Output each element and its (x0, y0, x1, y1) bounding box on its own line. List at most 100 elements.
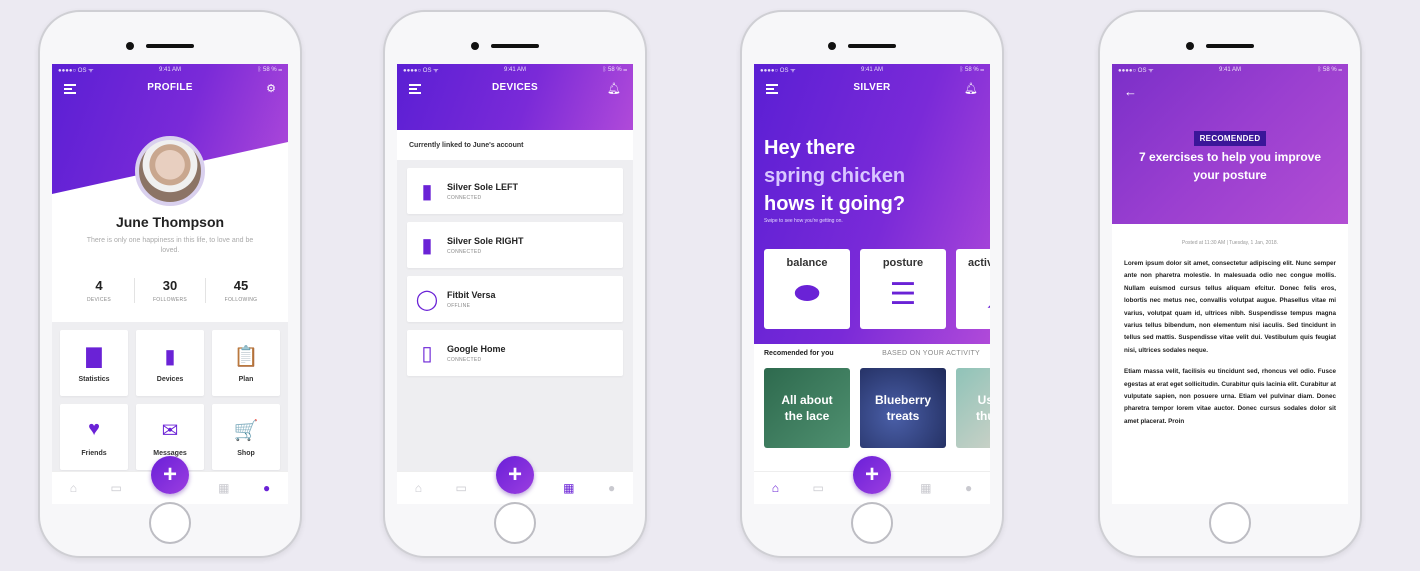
tile-shop[interactable]: 🛒 Shop (212, 404, 280, 470)
tile-label: Shop (237, 449, 255, 457)
user-icon[interactable]: ● (604, 480, 620, 496)
sole-icon: ▮ (164, 345, 176, 368)
bell-icon[interactable]: 🔔︎ (964, 82, 978, 95)
earpiece (491, 44, 539, 48)
sole-icon: ▮ (421, 234, 433, 257)
device-status: CONNECTED (447, 194, 482, 201)
devices-screen: ●●●●○ OS ᯤ 9:41 AM ᛒ 58 % ▭ DEVICES 🔔︎ C… (397, 64, 633, 504)
hero-greeting: Hey there spring chicken hows it going? (764, 134, 905, 218)
sole-icon: ▮ (421, 180, 433, 203)
page-title: PROFILE (147, 82, 193, 93)
card-balance[interactable]: balance ⬬ (764, 249, 850, 329)
stat-devices[interactable]: 4 DEVICES (64, 278, 135, 303)
tile-devices[interactable]: ▮ Devices (136, 330, 204, 396)
tab-based-on-activity[interactable]: BASED ON YOUR ACTIVITY (882, 350, 980, 357)
camera-dot (471, 42, 479, 50)
calendar-icon[interactable]: ▭ (810, 480, 826, 496)
device-item[interactable]: ▮ Silver Sole LEFT CONNECTED (407, 168, 623, 214)
status-time: 9:41 AM (158, 67, 181, 73)
rec-card-title: Blueberry (874, 393, 932, 407)
hero-line: Hey there (764, 137, 856, 159)
rec-card-title: All about (781, 393, 833, 407)
device-status: OFFLINE (447, 302, 471, 309)
tab-recommended[interactable]: Recomended for you (764, 350, 834, 357)
phone-article: ●●●●○ OS ᯤ 9:41 AM ᛒ 58 % ▭ ← RECOMENDED… (1098, 10, 1362, 558)
status-time: 9:41 AM (1218, 67, 1241, 73)
profile-stats: 4 DEVICES 30 FOLLOWERS 45 FOLLOWING (64, 278, 276, 303)
grid-icon[interactable]: ▦ (918, 480, 934, 496)
calendar-icon[interactable]: ▭ (108, 480, 124, 496)
home-button[interactable] (1209, 502, 1251, 544)
tile-plan[interactable]: 📋 Plan (212, 330, 280, 396)
user-icon[interactable]: ● (259, 480, 275, 496)
add-button[interactable]: + (496, 456, 534, 494)
status-bar: ●●●●○ OS ᯤ 9:41 AM ᛒ 58 % ▭ (754, 64, 990, 76)
device-item[interactable]: ▯ Google Home CONNECTED (407, 330, 623, 376)
stat-following[interactable]: 45 FOLLOWING (206, 278, 276, 303)
bar-chart-icon: ▇ (86, 345, 102, 368)
home-icon[interactable]: ⌂ (767, 480, 783, 496)
grid-icon[interactable]: ▦ (216, 480, 232, 496)
rec-card-blueberry[interactable]: Blueberry treats (860, 368, 946, 448)
article-title: 7 exercises to help you improve your pos… (1138, 150, 1322, 182)
home-icon[interactable]: ⌂ (65, 480, 81, 496)
stat-value: 45 (233, 278, 249, 293)
home-button[interactable] (149, 502, 191, 544)
recommended-cards: All about the lace Blueberry treats Us thu (764, 368, 990, 448)
rec-card-lace[interactable]: All about the lace (764, 368, 850, 448)
stat-followers[interactable]: 30 FOLLOWERS (135, 278, 206, 303)
device-name: Fitbit Versa (447, 289, 496, 300)
recommended-badge: RECOMENDED (1112, 128, 1348, 146)
card-label: posture (882, 257, 924, 269)
avatar[interactable] (135, 136, 205, 206)
tile-friends[interactable]: ♥ Friends (60, 404, 128, 470)
device-name: Silver Sole LEFT (447, 181, 519, 192)
device-status: CONNECTED (447, 248, 482, 255)
earpiece (146, 44, 194, 48)
silver-screen: ●●●●○ OS ᯤ 9:41 AM ᛒ 58 % ▭ SILVER 🔔︎ He… (754, 64, 990, 504)
user-icon[interactable]: ● (961, 480, 977, 496)
profile-screen: ●●●●○ OS ᯤ 9:41 AM ᛒ 58 % ▭ PROFILE ⚙ Ju… (52, 64, 288, 504)
phone-devices: ●●●●○ OS ᯤ 9:41 AM ᛒ 58 % ▭ DEVICES 🔔︎ C… (383, 10, 647, 558)
profile-quote: There is only one happiness in this life… (86, 237, 254, 254)
page-title: DEVICES (491, 82, 538, 93)
device-name: Google Home (447, 343, 506, 354)
grid-icon[interactable]: ▦ (561, 480, 577, 496)
add-button[interactable]: + (151, 456, 189, 494)
home-button[interactable] (494, 502, 536, 544)
calendar-icon[interactable]: ▭ (453, 480, 469, 496)
tile-label: Friends (81, 449, 107, 457)
tile-statistics[interactable]: ▇ Statistics (60, 330, 128, 396)
home-button[interactable] (851, 502, 893, 544)
bell-icon[interactable]: 🔔︎ (607, 82, 621, 95)
earpiece (1206, 44, 1254, 48)
stat-label: DEVICES (86, 297, 112, 303)
article-body: Lorem ipsum dolor sit amet, consectetur … (1124, 258, 1336, 437)
card-label: balance (786, 257, 828, 269)
status-time: 9:41 AM (503, 67, 526, 73)
card-activity[interactable]: activ ◢ (956, 249, 990, 329)
profile-name: June Thompson (115, 214, 225, 230)
stones-icon: ⬬ (794, 277, 820, 310)
add-button[interactable]: + (853, 456, 891, 494)
device-status: CONNECTED (447, 356, 482, 363)
article-screen: ●●●●○ OS ᯤ 9:41 AM ᛒ 58 % ▭ ← RECOMENDED… (1112, 64, 1348, 504)
device-list: ▮ Silver Sole LEFT CONNECTED ▮ Silver Sole … (397, 160, 633, 504)
stat-value: 4 (95, 278, 103, 293)
stat-value: 30 (162, 278, 178, 293)
rec-card-third[interactable]: Us thu (956, 368, 990, 448)
device-item[interactable]: ▮ Silver Sole RIGHT CONNECTED (407, 222, 623, 268)
heart-icon: ♥ (88, 417, 100, 440)
home-icon[interactable]: ⌂ (410, 480, 426, 496)
badge-label: RECOMENDED (1193, 131, 1267, 146)
phone-profile: ●●●●○ OS ᯤ 9:41 AM ᛒ 58 % ▭ PROFILE ⚙ Ju… (38, 10, 302, 558)
back-arrow-icon[interactable]: ← (1124, 84, 1137, 99)
gear-icon[interactable]: ⚙ (266, 82, 276, 95)
camera-dot (126, 42, 134, 50)
recommended-header: Recomended for you BASED ON YOUR ACTIVIT… (754, 350, 990, 357)
rec-card-title: the lace (784, 409, 830, 423)
hero-subtitle: Swipe to see how you're getting on. (764, 218, 843, 224)
cart-icon: 🛒 (233, 419, 259, 442)
card-posture[interactable]: posture ☰ (860, 249, 946, 329)
device-item[interactable]: ◯ Fitbit Versa OFFLINE (407, 276, 623, 322)
